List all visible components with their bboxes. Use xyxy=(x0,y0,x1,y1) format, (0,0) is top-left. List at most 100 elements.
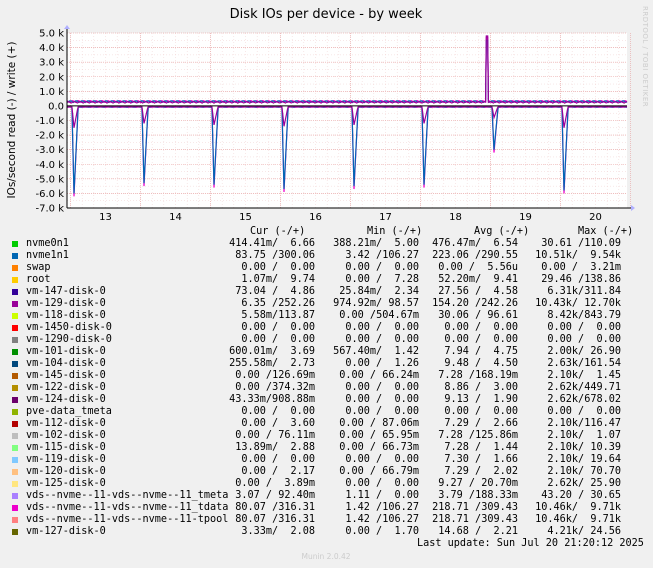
legend-value-cur: 43.33m/908.88m xyxy=(229,394,315,405)
legend-series-name: vm-101-disk-0 xyxy=(26,346,106,357)
x-axis-arrow xyxy=(631,205,635,211)
legend-value-min: 0.00 / 0.00 xyxy=(345,394,419,405)
legend-value-avg: 52.20m/ 9.41 xyxy=(438,274,518,285)
legend-series-name: vm-112-disk-0 xyxy=(26,418,106,429)
legend-row: vm-101-disk-0 600.01m/ 3.69 567.40m/ 1.42 7… xyxy=(12,346,642,358)
y-tick-label: 3.0 k xyxy=(39,58,64,69)
legend-series-name: vm-115-disk-0 xyxy=(26,442,106,453)
legend-series-name: vm-125-disk-0 xyxy=(26,478,106,489)
legend-value-max: 0.00 / 0.00 xyxy=(547,322,621,333)
legend-value-min: 0.00 / 0.00 xyxy=(345,322,419,333)
legend-swatch xyxy=(12,445,18,451)
y-tick-label: 1.0 k xyxy=(39,87,64,98)
legend-series-name: vm-147-disk-0 xyxy=(26,286,106,297)
legend-swatch xyxy=(12,277,18,283)
legend-value-cur: 80.07 /316.31 xyxy=(235,514,315,525)
legend-header-avg: Avg (-/+) xyxy=(474,226,530,237)
legend-swatch xyxy=(12,373,18,379)
legend-value-avg: 7.29 / 2.66 xyxy=(444,418,518,429)
legend-series-name: vm-104-disk-0 xyxy=(26,358,106,369)
legend-swatch xyxy=(12,301,18,307)
legend-value-min: 0.00 / 87.06m xyxy=(339,418,419,429)
legend-series-name: vm-124-disk-0 xyxy=(26,394,106,405)
legend-row: vm-122-disk-0 0.00 /374.32m 0.00 / 0.00 8.8… xyxy=(12,382,642,394)
x-tick-label: 13 xyxy=(99,212,112,223)
legend-value-max: 10.46k/ 9.71k xyxy=(535,502,621,513)
legend-value-cur: 255.58m/ 2.73 xyxy=(229,358,315,369)
legend-series-name: vds--nvme--11-vds--nvme--11_tdata xyxy=(26,502,229,513)
x-tick-label: 14 xyxy=(169,212,182,223)
legend-series-name: nvme1n1 xyxy=(26,250,69,261)
y-tick-label: -2.0 k xyxy=(36,131,65,142)
legend-value-max: 10.46k/ 9.71k xyxy=(535,514,621,525)
legend-swatch xyxy=(12,493,18,499)
legend-value-max: 2.63k/161.54 xyxy=(547,358,621,369)
legend-value-cur: 1.07m/ 9.74 xyxy=(241,274,315,285)
legend-value-cur: 80.07 /316.31 xyxy=(235,502,315,513)
legend-value-min: 0.00 / 0.00 xyxy=(345,478,419,489)
legend-value-max: 2.10k/ 10.39 xyxy=(547,442,621,453)
legend-series-name: vm-102-disk-0 xyxy=(26,430,106,441)
x-tick-label: 20 xyxy=(589,212,602,223)
legend-value-cur: 13.89m/ 2.88 xyxy=(235,442,315,453)
legend-value-cur: 0.00 / 2.17 xyxy=(241,466,315,477)
legend-value-max: 29.46 /138.86 xyxy=(541,274,621,285)
legend-value-max: 0.00 / 0.00 xyxy=(547,406,621,417)
legend-value-min: 388.21m/ 5.00 xyxy=(333,238,419,249)
legend-swatch xyxy=(12,385,18,391)
legend-row: vm-1290-disk-0 0.00 / 0.00 0.00 / 0.00 0.00… xyxy=(12,334,642,346)
legend-row: vds--nvme--11-vds--nvme--11-tpool 80.07 /… xyxy=(12,514,642,526)
legend-swatch xyxy=(12,457,18,463)
legend-row: vm-118-disk-0 5.58m/113.87 0.00 /504.67m 30… xyxy=(12,310,642,322)
watermark-text: RRDTOOL / TOBI OETIKER xyxy=(641,6,649,107)
y-tick-label: -1.0 k xyxy=(36,116,65,127)
legend-value-cur: 0.00 / 3.89m xyxy=(235,478,315,489)
legend-value-max: 4.21k/ 24.56 xyxy=(547,526,621,537)
y-tick-label: -7.0 k xyxy=(36,204,65,215)
legend-value-cur: 5.58m/113.87 xyxy=(241,310,315,321)
legend-value-max: 2.62k/ 25.90 xyxy=(547,478,621,489)
legend-value-min: 974.92m/ 98.57 xyxy=(333,298,419,309)
x-tick-label: 16 xyxy=(309,212,322,223)
legend-value-cur: 414.41m/ 6.66 xyxy=(229,238,315,249)
legend-series-name: root xyxy=(26,274,51,285)
legend-value-cur: 0.00 / 0.00 xyxy=(241,262,315,273)
legend-swatch xyxy=(12,517,18,523)
legend-value-avg: 7.28 /125.86m xyxy=(438,430,518,441)
y-tick-label: 0.0 xyxy=(48,101,64,112)
legend-row: vm-112-disk-0 0.00 / 3.60 0.00 / 87.06m 7.2… xyxy=(12,418,642,430)
legend-value-avg: 30.06 / 96.61 xyxy=(438,310,518,321)
y-tick-label: 2.0 k xyxy=(39,72,64,83)
legend-value-max: 0.00 / 0.00 xyxy=(547,334,621,345)
legend-value-min: 0.00 / 0.00 xyxy=(345,334,419,345)
legend-value-max: 6.31k/311.84 xyxy=(547,286,621,297)
legend-value-min: 3.42 /106.27 xyxy=(345,250,419,261)
legend-row: vm-119-disk-0 0.00 / 0.00 0.00 / 0.00 7.30 … xyxy=(12,454,642,466)
legend-swatch xyxy=(12,397,18,403)
legend-value-max: 2.10k/116.47 xyxy=(547,418,621,429)
legend-value-avg: 7.29 / 2.02 xyxy=(444,466,518,477)
legend-swatch xyxy=(12,337,18,343)
legend-value-min: 0.00 /504.67m xyxy=(339,310,419,321)
legend-value-avg: 9.48 / 4.50 xyxy=(444,358,518,369)
legend-value-min: 0.00 / 0.00 xyxy=(345,454,419,465)
legend-value-max: 2.10k/ 70.70 xyxy=(547,466,621,477)
legend-value-avg: 0.00 / 0.00 xyxy=(444,406,518,417)
legend-value-min: 0.00 / 65.95m xyxy=(339,430,419,441)
legend-value-cur: 3.07 / 92.40m xyxy=(235,490,315,501)
legend-value-cur: 0.00 / 0.00 xyxy=(241,454,315,465)
legend-value-avg: 223.06 /290.55 xyxy=(432,250,518,261)
legend-swatch xyxy=(12,313,18,319)
legend-value-avg: 3.79 /188.33m xyxy=(438,490,518,501)
legend-row: vm-120-disk-0 0.00 / 2.17 0.00 / 66.79m 7.2… xyxy=(12,466,642,478)
legend-row: vm-129-disk-0 6.35 /252.26 974.92m/ 98.57 1… xyxy=(12,298,642,310)
legend-value-max: 10.51k/ 9.54k xyxy=(535,250,621,261)
legend-value-cur: 3.33m/ 2.08 xyxy=(241,526,315,537)
legend-value-min: 0.00 / 0.00 xyxy=(345,382,419,393)
legend-value-max: 10.43k/ 12.70k xyxy=(535,298,621,309)
legend-value-min: 567.40m/ 1.42 xyxy=(333,346,419,357)
legend-value-avg: 9.13 / 1.90 xyxy=(444,394,518,405)
legend-value-max: 8.42k/843.79 xyxy=(547,310,621,321)
legend-series-name: nvme0n1 xyxy=(26,238,69,249)
legend-value-min: 25.84m/ 2.34 xyxy=(339,286,419,297)
